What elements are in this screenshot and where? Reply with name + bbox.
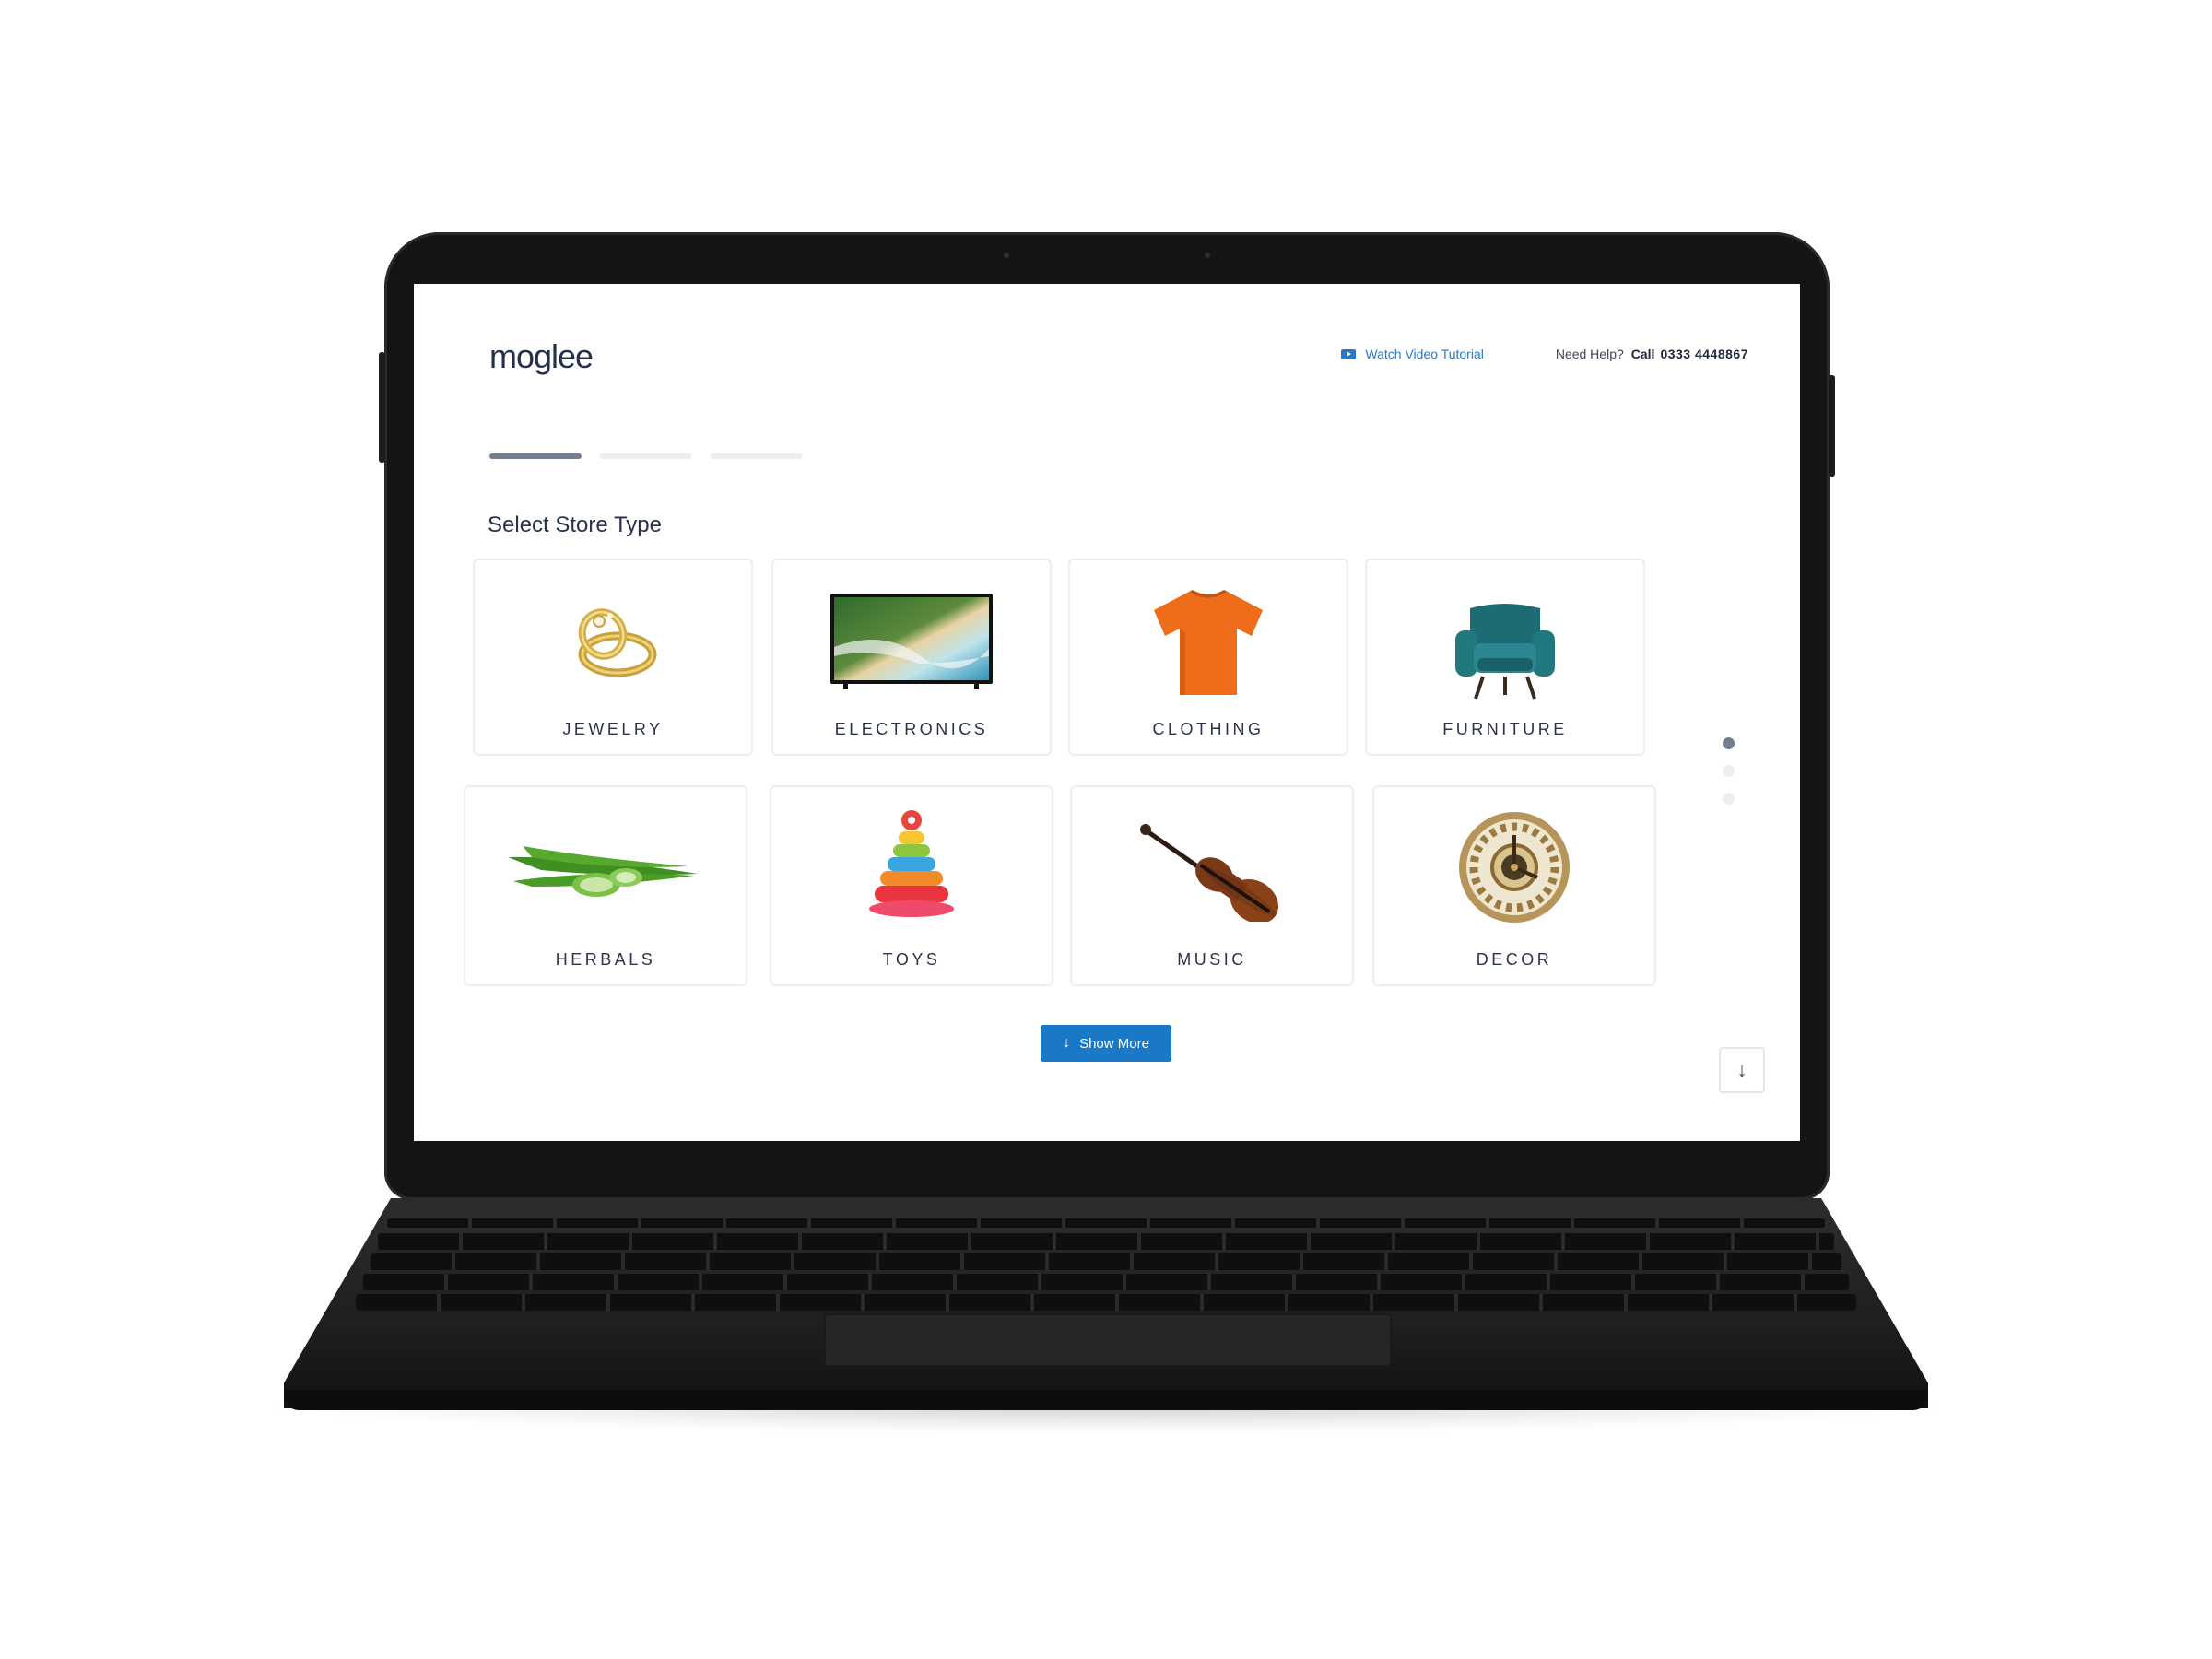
call-label: Call [1630, 347, 1655, 361]
arrow-down-icon: ↓ [1736, 1058, 1747, 1081]
tv-icon [830, 594, 993, 689]
store-type-toys[interactable]: TOYS [770, 785, 1053, 986]
store-type-label: MUSIC [1177, 950, 1247, 969]
store-type-electronics[interactable]: ELECTRONICS [771, 559, 1052, 756]
store-type-label: FURNITURE [1442, 720, 1568, 738]
store-type-label: TOYS [882, 950, 941, 969]
need-help-text: Need Help? [1555, 347, 1624, 361]
ring-icon [578, 608, 657, 677]
store-type-label: HERBALS [555, 950, 656, 969]
keyboard [350, 1218, 1862, 1311]
pagination-dots [1723, 737, 1735, 820]
progress-step-2 [600, 453, 692, 459]
wall-clock-icon [1459, 812, 1570, 923]
scroll-down-button[interactable]: ↓ [1719, 1047, 1765, 1093]
logo-text: moglee [489, 337, 594, 375]
show-more-button[interactable]: ↓ Show More [1041, 1025, 1171, 1062]
watch-video-tutorial-link[interactable]: Watch Video Tutorial [1341, 347, 1484, 361]
store-type-label: DECOR [1476, 950, 1553, 969]
side-button [1829, 375, 1835, 477]
aloe-vera-icon [508, 846, 698, 897]
armchair-icon [1455, 604, 1555, 700]
store-type-furniture[interactable]: FURNITURE [1365, 559, 1645, 756]
arrow-down-icon: ↓ [1063, 1035, 1071, 1051]
store-type-label: JEWELRY [562, 720, 664, 738]
stacking-rings-toy-icon [869, 810, 954, 917]
store-type-clothing[interactable]: CLOTHING [1068, 559, 1348, 756]
pagination-dot-1[interactable] [1723, 737, 1735, 749]
header-actions: Watch Video Tutorial Need Help? Call 033… [1341, 347, 1748, 361]
pagination-dot-2[interactable] [1723, 765, 1735, 777]
phone-number[interactable]: 0333 4448867 [1660, 347, 1748, 361]
store-type-music[interactable]: MUSIC [1070, 785, 1354, 986]
store-type-decor[interactable]: DECOR [1372, 785, 1656, 986]
trackpad [824, 1313, 1392, 1367]
side-button [379, 352, 385, 463]
progress-step-1 [489, 453, 582, 459]
store-type-jewelry[interactable]: JEWELRY [473, 559, 753, 756]
show-more-label: Show More [1079, 1035, 1149, 1052]
moglee-logo[interactable]: moglee [489, 337, 594, 376]
video-play-icon [1341, 348, 1357, 359]
tutorial-label: Watch Video Tutorial [1365, 347, 1484, 361]
violin-icon [1140, 824, 1278, 922]
laptop-base-edge [284, 1390, 1928, 1410]
pagination-dot-3[interactable] [1723, 793, 1735, 805]
laptop-lid: moglee Watch Video Tutorial Need Help? C… [379, 232, 1835, 1200]
store-type-herbals[interactable]: HERBALS [464, 785, 747, 986]
camera-dot [1205, 253, 1210, 258]
camera-dot [1004, 253, 1009, 258]
tshirt-icon [1154, 590, 1263, 695]
page-title: Select Store Type [488, 512, 662, 537]
progress-steps [489, 453, 803, 459]
store-type-label: ELECTRONICS [834, 720, 989, 738]
progress-step-3 [711, 453, 803, 459]
screen: moglee Watch Video Tutorial Need Help? C… [414, 284, 1800, 1141]
store-type-label: CLOTHING [1152, 720, 1265, 738]
